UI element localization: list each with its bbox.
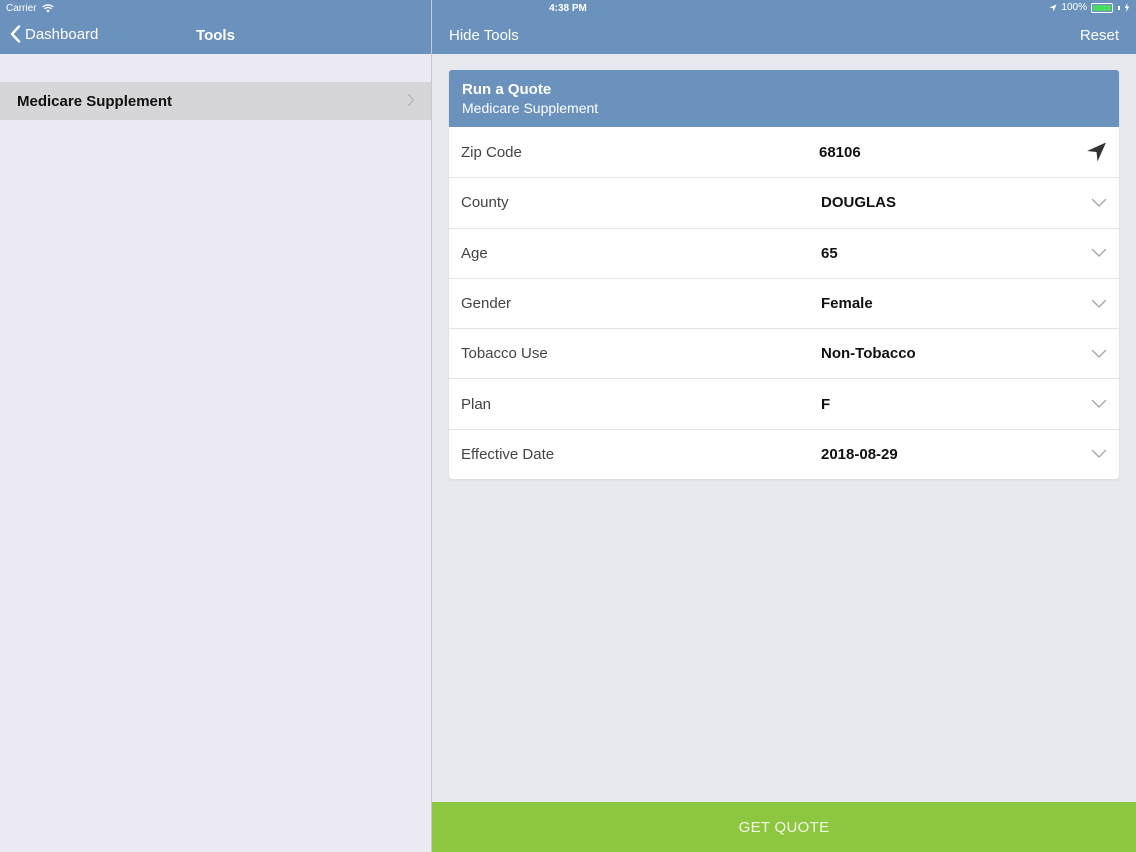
plan-row[interactable]: Plan F [449,378,1119,428]
chevron-down-icon [1091,399,1107,409]
charging-icon [1124,3,1130,12]
county-row[interactable]: County DOUGLAS [449,177,1119,227]
master-title: Tools [196,27,235,44]
row-label: County [461,194,509,212]
hide-tools-button[interactable]: Hide Tools [449,27,519,44]
master-pane: Medicare Supplement [0,54,431,852]
master-item-label: Medicare Supplement [17,92,173,110]
battery-percent: 100% [1061,2,1087,13]
location-services-icon [1049,3,1058,12]
gender-value: Female [821,295,873,313]
status-right: 100% [1049,2,1130,13]
quote-card-header: Run a Quote Medicare Supplement [449,70,1119,127]
county-value: DOUGLAS [821,194,896,212]
chevron-down-icon [1091,248,1107,258]
get-quote-button[interactable]: GET QUOTE [432,802,1136,852]
quote-card-subtitle: Medicare Supplement [462,100,599,116]
row-label: Zip Code [461,143,522,161]
detail-pane: Run a Quote Medicare Supplement Zip Code… [432,54,1136,802]
age-row[interactable]: Age 65 [449,227,1119,278]
quote-card: Run a Quote Medicare Supplement Zip Code… [449,70,1119,480]
detail-navigation-bar: Hide Tools Reset [432,18,1136,54]
tobacco-use-value: Non-Tobacco [821,345,916,363]
quote-form: Zip Code 68106 County DOUGLAS Age 65 Gen… [449,127,1119,479]
effective-date-row[interactable]: Effective Date 2018-08-29 [449,428,1119,479]
effective-date-value: 2018-08-29 [821,445,898,463]
chevron-down-icon [1091,349,1107,359]
gender-row[interactable]: Gender Female [449,277,1119,328]
row-label: Tobacco Use [461,345,548,363]
status-bar: Carrier 4:38 PM 100% [0,0,1136,18]
row-label: Effective Date [461,445,555,463]
zip-code-value[interactable]: 68106 [819,144,861,161]
chevron-right-icon [407,93,415,107]
plan-value: F [821,395,831,413]
location-arrow-icon[interactable] [1086,142,1107,163]
battery-icon [1091,2,1113,13]
quote-card-title: Run a Quote [462,81,552,98]
master-navigation-bar: Dashboard Tools [0,18,431,54]
chevron-down-icon [1091,449,1107,459]
battery-level [1093,4,1111,11]
reset-button[interactable]: Reset [1080,27,1119,44]
row-label: Age [461,244,488,262]
row-label: Plan [461,395,492,413]
tobacco-use-row[interactable]: Tobacco Use Non-Tobacco [449,328,1119,378]
master-item-medicare-supplement[interactable]: Medicare Supplement [0,82,431,120]
row-label: Gender [461,295,512,313]
chevron-down-icon [1091,198,1107,208]
chevron-down-icon [1091,299,1107,309]
battery-tip [1118,5,1120,10]
zip-code-row[interactable]: Zip Code 68106 [449,127,1119,177]
status-time: 4:38 PM [549,3,587,14]
age-value: 65 [821,244,838,262]
